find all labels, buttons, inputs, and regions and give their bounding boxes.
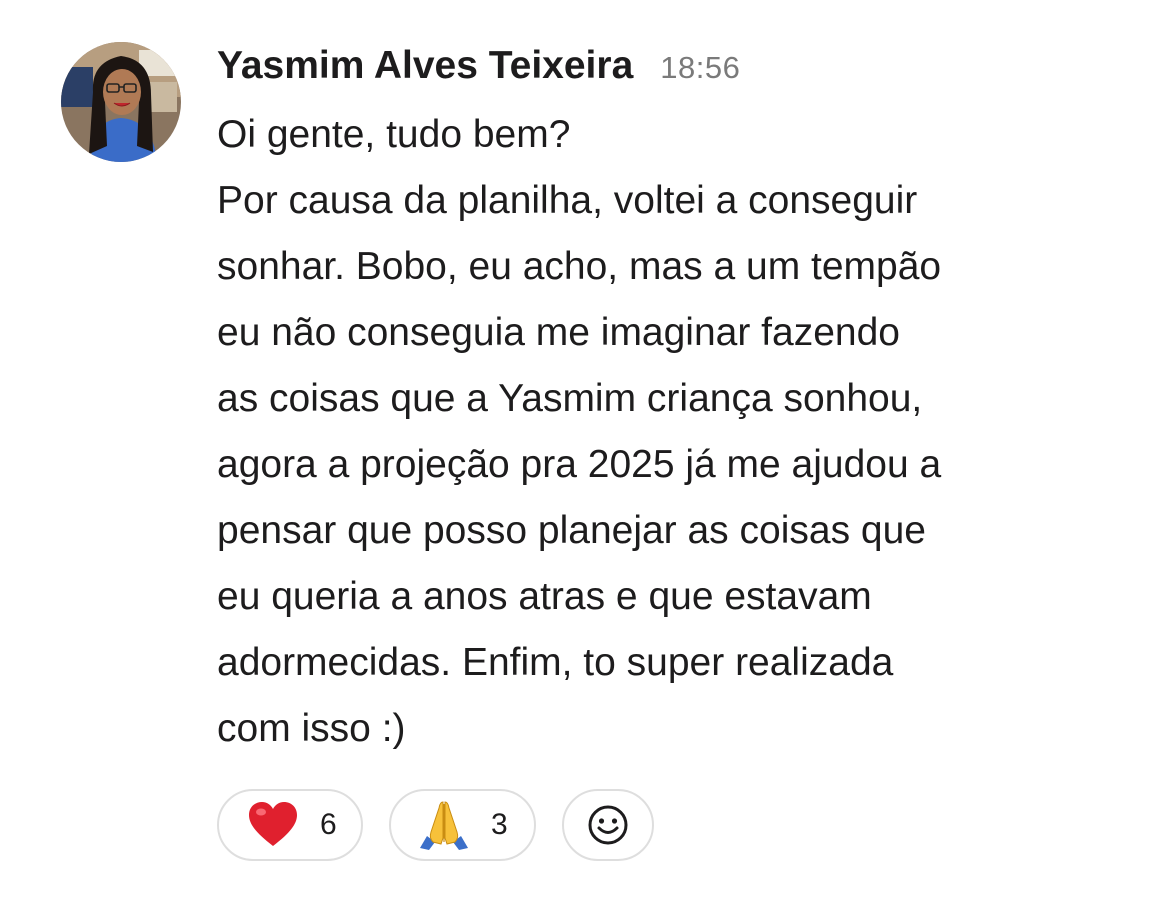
chat-message: Yasmim Alves Teixeira 18:56 Oi gente, tu…: [0, 0, 1170, 921]
message-line: Por causa da planilha, voltei a consegui…: [217, 179, 918, 222]
message-body: Oi gente, tudo bem? Por causa da planilh…: [217, 102, 1117, 762]
avatar-photo: [61, 42, 181, 162]
reaction-count: 6: [320, 808, 337, 841]
message-line: eu não conseguia me imaginar fazendo: [217, 311, 900, 354]
add-reaction-button[interactable]: [562, 789, 654, 861]
smiley-add-reaction-icon: [588, 805, 628, 845]
message-line: eu queria a anos atras e que estavam: [217, 575, 872, 618]
message-header: Yasmim Alves Teixeira 18:56: [217, 44, 740, 96]
message-line: agora a projeção pra 2025 já me ajudou a: [217, 443, 942, 486]
message-line: com isso :): [217, 707, 406, 750]
reaction-folded-hands[interactable]: 3: [389, 789, 536, 861]
folded-hands-emoji: [417, 798, 471, 852]
message-line: adormecidas. Enfim, to super realizada: [217, 641, 894, 684]
author-name[interactable]: Yasmim Alves Teixeira: [217, 44, 633, 88]
heart-emoji: [246, 798, 300, 852]
message-timestamp[interactable]: 18:56: [660, 50, 740, 86]
reaction-count: 3: [491, 808, 508, 841]
message-line: pensar que posso planejar as coisas que: [217, 509, 926, 552]
message-line: as coisas que a Yasmim criança sonhou,: [217, 377, 923, 420]
message-line: Oi gente, tudo bem?: [217, 113, 571, 156]
reactions-bar: 6 3: [217, 789, 654, 861]
message-line: sonhar. Bobo, eu acho, mas a um tempão: [217, 245, 942, 288]
reaction-heart[interactable]: 6: [217, 789, 363, 861]
avatar[interactable]: [61, 42, 181, 162]
